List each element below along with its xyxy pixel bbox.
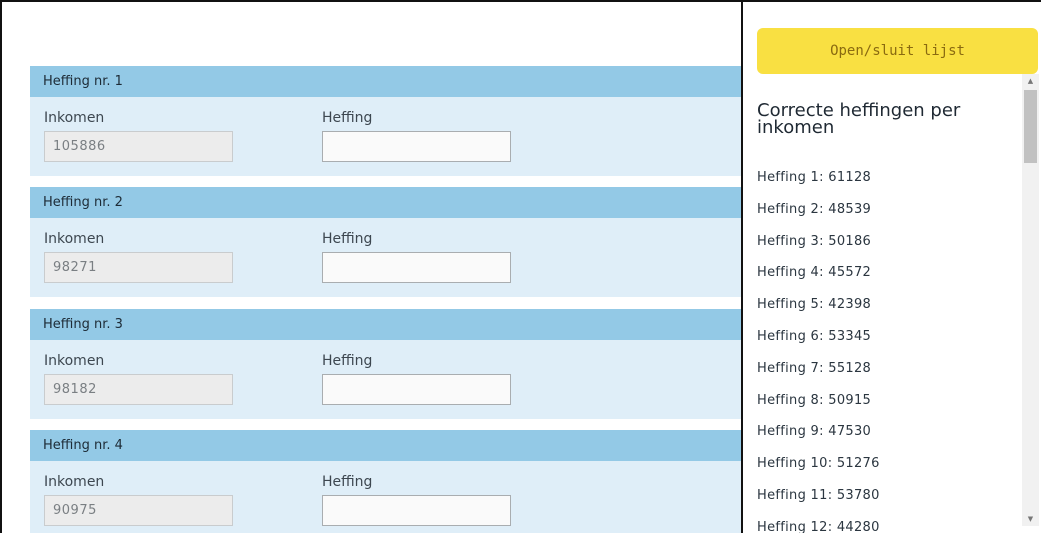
heffing-label: Heffing bbox=[322, 231, 373, 247]
answers-list: Heffing 1: 61128 Heffing 2: 48539 Heffin… bbox=[757, 162, 880, 533]
app-frame: Heffing nr. 1 Inkomen Heffing 105886 Hef… bbox=[0, 0, 1041, 533]
form-area: Heffing nr. 1 Inkomen Heffing 105886 Hef… bbox=[10, 2, 741, 533]
list-scrollbar[interactable]: ▲ ▼ bbox=[1022, 74, 1039, 526]
card-body: Inkomen Heffing 98182 bbox=[30, 340, 741, 419]
heffing-label: Heffing bbox=[322, 353, 373, 369]
heffing-input[interactable] bbox=[322, 374, 511, 405]
list-item: Heffing 5: 42398 bbox=[757, 297, 872, 313]
scroll-thumb[interactable] bbox=[1024, 90, 1037, 163]
card-body: Inkomen Heffing 105886 bbox=[30, 97, 741, 176]
list-item: Heffing 1: 61128 bbox=[757, 170, 872, 185]
list-item: Heffing 12: 44280 bbox=[757, 519, 880, 533]
list-item: Heffing 3: 50186 bbox=[757, 233, 872, 249]
heffing-card-1: Heffing nr. 1 Inkomen Heffing 105886 bbox=[30, 66, 741, 176]
answers-sidebar: Open/sluit lijst Correcte heffingen per … bbox=[741, 2, 1041, 533]
inkomen-field: 90975 bbox=[44, 495, 233, 526]
inkomen-field: 98271 bbox=[44, 252, 233, 283]
card-body: Inkomen Heffing 90975 bbox=[30, 461, 741, 533]
toggle-list-button[interactable]: Open/sluit lijst bbox=[757, 28, 1038, 74]
inkomen-label: Inkomen bbox=[44, 353, 105, 369]
inkomen-field: 105886 bbox=[44, 131, 233, 162]
list-item: Heffing 8: 50915 bbox=[757, 392, 872, 408]
list-item: Heffing 10: 51276 bbox=[757, 456, 880, 472]
heffing-card-3: Heffing nr. 3 Inkomen Heffing 98182 bbox=[30, 309, 741, 419]
inkomen-label: Inkomen bbox=[44, 474, 105, 490]
heffing-input[interactable] bbox=[322, 495, 511, 526]
list-item: Heffing 11: 53780 bbox=[757, 487, 880, 503]
card-header: Heffing nr. 4 bbox=[30, 430, 741, 461]
list-item: Heffing 4: 45572 bbox=[757, 265, 872, 281]
card-header: Heffing nr. 3 bbox=[30, 309, 741, 340]
heffing-input[interactable] bbox=[322, 252, 511, 283]
card-header: Heffing nr. 1 bbox=[30, 66, 741, 97]
list-item: Heffing 2: 48539 bbox=[757, 201, 872, 217]
answers-list-panel: Correcte heffingen per inkomen Heffing 1… bbox=[743, 74, 1041, 533]
triangle-down-icon[interactable]: ▼ bbox=[1022, 512, 1039, 526]
list-item: Heffing 6: 53345 bbox=[757, 328, 872, 344]
inkomen-label: Inkomen bbox=[44, 231, 105, 247]
heffing-card-2: Heffing nr. 2 Inkomen Heffing 98271 bbox=[30, 187, 741, 297]
triangle-up-icon[interactable]: ▲ bbox=[1022, 74, 1039, 88]
heffing-label: Heffing bbox=[322, 110, 373, 126]
heffing-label: Heffing bbox=[322, 474, 373, 490]
list-item: Heffing 9: 47530 bbox=[757, 424, 872, 440]
inkomen-label: Inkomen bbox=[44, 110, 105, 126]
heffing-card-4: Heffing nr. 4 Inkomen Heffing 90975 bbox=[30, 430, 741, 533]
card-header: Heffing nr. 2 bbox=[30, 187, 741, 218]
heffing-input[interactable] bbox=[322, 131, 511, 162]
card-body: Inkomen Heffing 98271 bbox=[30, 218, 741, 297]
list-title: Correcte heffingen per inkomen bbox=[757, 100, 961, 138]
list-item: Heffing 7: 55128 bbox=[757, 360, 872, 376]
inkomen-field: 98182 bbox=[44, 374, 233, 405]
